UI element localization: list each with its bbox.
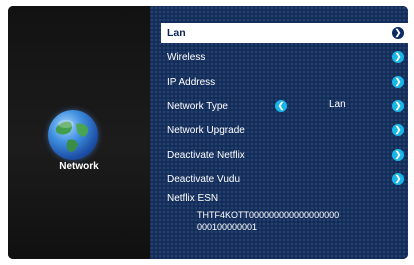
chevron-right-icon[interactable]: ❯ [392, 149, 404, 161]
chevron-right-icon[interactable]: ❯ [392, 51, 404, 63]
menu-item-lan[interactable]: Lan ❯ [161, 23, 408, 43]
globe-icon [48, 110, 98, 160]
menu-item-label: IP Address [167, 76, 216, 88]
menu-item-deactivate-vudu[interactable]: Deactivate Vudu ❯ [161, 169, 408, 189]
menu-item-deactivate-netflix[interactable]: Deactivate Netflix ❯ [161, 145, 408, 165]
esn-line-1: THTF4KOTT000000000000000000 [197, 210, 340, 220]
menu-item-network-upgrade[interactable]: Network Upgrade ❯ [161, 120, 408, 140]
chevron-right-icon[interactable]: ❯ [392, 173, 404, 185]
network-type-value: Lan [329, 99, 346, 110]
chevron-right-icon[interactable]: ❯ [392, 27, 404, 39]
menu-item-label: Network Type [167, 100, 228, 112]
netflix-esn-value: THTF4KOTT000000000000000000 000100000001 [197, 209, 339, 233]
category-panel: Network [8, 6, 150, 259]
category-title: Network [59, 161, 99, 172]
menu-item-label: Deactivate Netflix [167, 149, 245, 161]
chevron-right-icon[interactable]: ❯ [392, 76, 404, 88]
menu-item-label: Lan [167, 27, 186, 39]
chevron-right-icon[interactable]: ❯ [392, 100, 404, 112]
network-menu: Lan ❯ Wireless ❯ IP Address ❯ Network Ty… [150, 6, 408, 259]
menu-item-label: Network Upgrade [167, 124, 245, 136]
menu-item-label: Wireless [167, 51, 206, 63]
chevron-right-icon[interactable]: ❯ [392, 124, 404, 136]
menu-item-ip-address[interactable]: IP Address ❯ [161, 72, 408, 92]
chevron-left-icon[interactable]: ❮ [275, 100, 287, 112]
menu-item-network-type[interactable]: Network Type ❮ Lan ❯ [161, 96, 408, 116]
netflix-esn-label: Netflix ESN [167, 193, 219, 204]
menu-item-wireless[interactable]: Wireless ❯ [161, 47, 408, 67]
esn-line-2: 000100000001 [197, 222, 258, 232]
menu-item-label: Deactivate Vudu [167, 173, 241, 185]
settings-window: Network Lan ❯ Wireless ❯ IP Address ❯ Ne… [8, 6, 408, 259]
